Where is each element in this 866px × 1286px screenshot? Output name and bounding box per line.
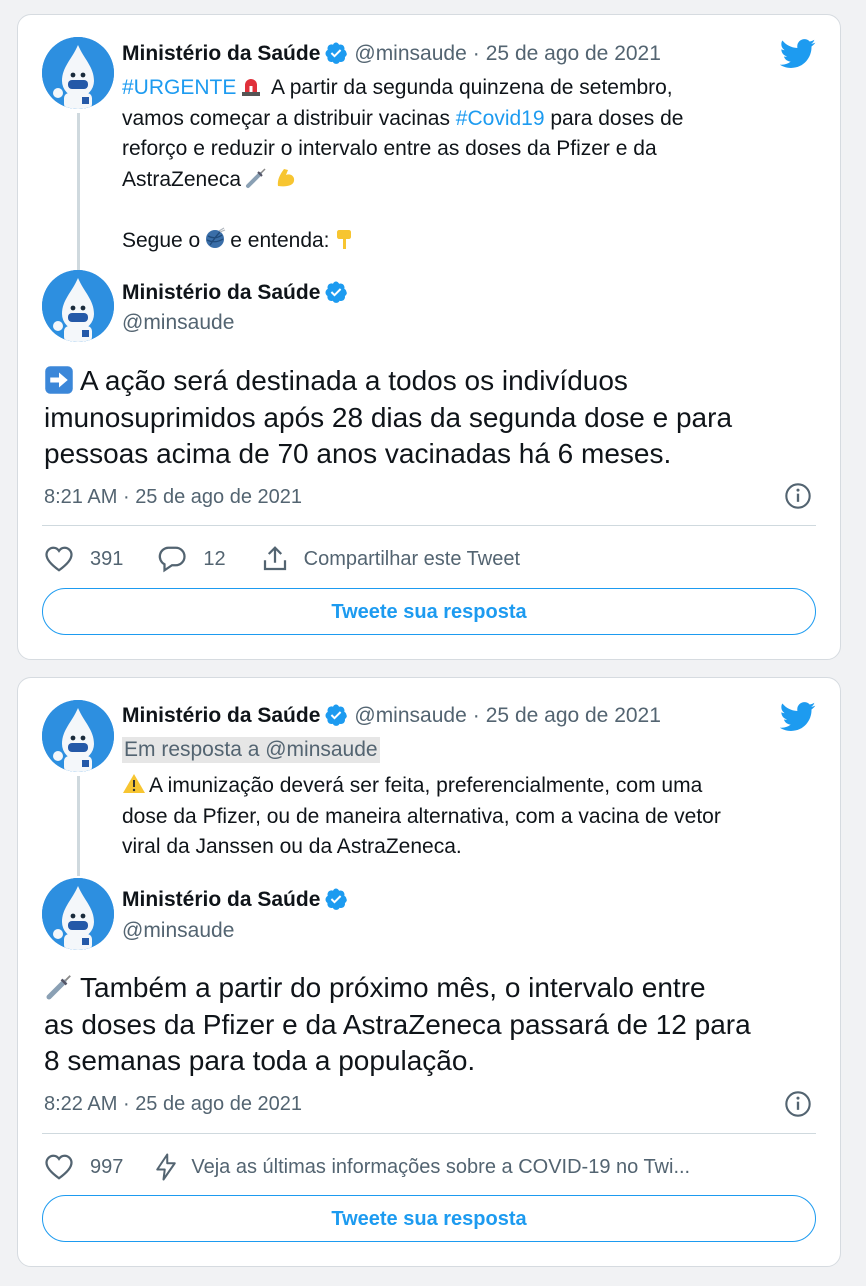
- meta-separator: ·: [122, 1093, 130, 1115]
- like-count[interactable]: 391: [90, 548, 123, 571]
- tweet-card-1[interactable]: Ministério da Saúde @minsaude · 25 de ago d…: [17, 14, 841, 660]
- author-name[interactable]: Ministério da Saúde: [122, 281, 320, 304]
- reply-count[interactable]: 12: [203, 548, 225, 571]
- tweet-reply-button[interactable]: Tweete sua resposta: [42, 1195, 816, 1242]
- tweet-reply-button[interactable]: Tweete sua resposta: [42, 588, 816, 635]
- syringe-emoji: [246, 167, 266, 188]
- tweet-date[interactable]: 25 de ago de 2021: [135, 1093, 302, 1115]
- quoted-header: Ministério da Saúde @minsaude · 25 de ago d…: [122, 702, 661, 730]
- tweet-date[interactable]: 25 de ago de 2021: [486, 42, 661, 65]
- info-icon[interactable]: [784, 1090, 812, 1118]
- heart-icon[interactable]: [44, 544, 74, 574]
- share-label[interactable]: Compartilhar este Tweet: [304, 548, 520, 571]
- divider: [42, 1133, 816, 1134]
- tweet-date[interactable]: 25 de ago de 2021: [486, 704, 661, 727]
- ze-gotinha-avatar-icon: [42, 878, 114, 950]
- verified-badge-icon: [325, 704, 348, 726]
- meta-separator: ·: [472, 42, 480, 65]
- text-line: A partir da segunda quinzena de setembro…: [266, 76, 673, 99]
- ze-gotinha-avatar-icon: [42, 270, 114, 342]
- yarn-ball-emoji: [206, 226, 226, 248]
- text-line: dose da Pfizer, ou de maneira alternativ…: [122, 804, 721, 828]
- covid-info-link[interactable]: Veja as últimas informações sobre a COVI…: [191, 1156, 690, 1179]
- reply-to-label[interactable]: Em resposta a @minsaude: [122, 737, 380, 763]
- thread-line: [77, 776, 80, 876]
- tweet-text: Também a partir do próximo mês, o interv…: [44, 970, 824, 1080]
- verified-badge-icon: [325, 42, 348, 64]
- pointing-down-emoji: [336, 229, 351, 249]
- tweet-time[interactable]: 8:22 AM: [44, 1093, 117, 1115]
- lightning-icon[interactable]: [151, 1152, 181, 1182]
- flexed-biceps-emoji: [277, 168, 295, 186]
- avatar[interactable]: [42, 37, 114, 109]
- text-line: viral da Janssen ou da AstraZeneca.: [122, 835, 462, 858]
- author-name[interactable]: Ministério da Saúde: [122, 704, 320, 727]
- ze-gotinha-avatar-icon: [42, 37, 114, 109]
- meta-separator: ·: [122, 486, 130, 508]
- text-line: Também a partir do próximo mês, o interv…: [80, 972, 706, 1003]
- right-arrow-emoji: [45, 366, 73, 394]
- text-line: vamos começar a distribuir vacinas: [122, 106, 456, 130]
- tweet-timestamp[interactable]: 8:21 AM · 25 de ago de 2021: [44, 484, 302, 510]
- text-line: 8 semanas para toda a população.: [44, 1045, 476, 1076]
- ze-gotinha-avatar-icon: [42, 700, 114, 772]
- author-handle[interactable]: @minsaude: [354, 42, 466, 65]
- text-line: A ação será destinada a todos os indivíd…: [80, 365, 628, 396]
- tweet-actions: 997 Veja as últimas informações sobre a …: [44, 1150, 816, 1184]
- text-line: reforço e reduzir o intervalo entre as d…: [122, 137, 657, 160]
- warning-emoji: [123, 774, 145, 793]
- tweet-timestamp[interactable]: 8:22 AM · 25 de ago de 2021: [44, 1091, 302, 1117]
- avatar[interactable]: [42, 270, 114, 342]
- heart-icon[interactable]: [44, 1152, 74, 1182]
- quoted-tweet-text: A imunização deverá ser feita, preferenc…: [122, 771, 802, 863]
- share-icon[interactable]: [260, 544, 290, 574]
- author-name-row: Ministério da Saúde: [122, 886, 348, 914]
- author-name-row: Ministério da Saúde: [122, 279, 348, 307]
- text-line: as doses da Pfizer e da AstraZeneca pass…: [44, 1008, 751, 1040]
- reply-bubble-icon[interactable]: [157, 544, 187, 574]
- author-name[interactable]: Ministério da Saúde: [122, 42, 320, 65]
- text-line: imunosuprimidos após 28 dias da segunda …: [44, 401, 733, 433]
- author-name[interactable]: Ministério da Saúde: [122, 888, 320, 911]
- siren-emoji: [242, 79, 261, 96]
- hashtag-link[interactable]: #Covid19: [456, 107, 545, 130]
- avatar[interactable]: [42, 878, 114, 950]
- tweet-time[interactable]: 8:21 AM: [44, 486, 117, 508]
- text-line: para doses de: [544, 106, 684, 130]
- author-handle[interactable]: @minsaude: [122, 309, 234, 337]
- hashtag-link[interactable]: #URGENTE: [122, 76, 236, 99]
- avatar[interactable]: [42, 700, 114, 772]
- twitter-bird-icon[interactable]: [780, 702, 816, 732]
- twitter-bird-icon[interactable]: [780, 39, 816, 69]
- quoted-tweet-text: #URGENTE A partir da segunda quinzena de…: [122, 73, 802, 256]
- quoted-header: Ministério da Saúde @minsaude · 25 de ago d…: [122, 40, 661, 68]
- syringe-emoji: [46, 975, 71, 1000]
- text-line: Segue o: [122, 228, 201, 252]
- thread-line: [77, 113, 80, 273]
- tweet-card-2[interactable]: Ministério da Saúde @minsaude · 25 de ago d…: [17, 677, 841, 1267]
- author-handle[interactable]: @minsaude: [354, 704, 466, 727]
- tweet-text: A ação será destinada a todos os indivíd…: [44, 363, 824, 473]
- verified-badge-icon: [325, 888, 348, 910]
- divider: [42, 525, 816, 526]
- text-line: AstraZeneca: [122, 167, 242, 191]
- text-line: pessoas acima de 70 anos vacinadas há 6 …: [44, 438, 672, 469]
- author-handle[interactable]: @minsaude: [122, 917, 234, 945]
- like-count[interactable]: 997: [90, 1156, 123, 1179]
- tweet-actions: 391 12 Compartilhar este Tweet: [44, 542, 816, 576]
- text-line: e entenda:: [230, 228, 330, 252]
- tweet-date[interactable]: 25 de ago de 2021: [135, 486, 302, 508]
- verified-badge-icon: [325, 281, 348, 303]
- text-line: A imunização deverá ser feita, preferenc…: [149, 774, 703, 797]
- meta-separator: ·: [472, 704, 480, 727]
- info-icon[interactable]: [784, 482, 812, 510]
